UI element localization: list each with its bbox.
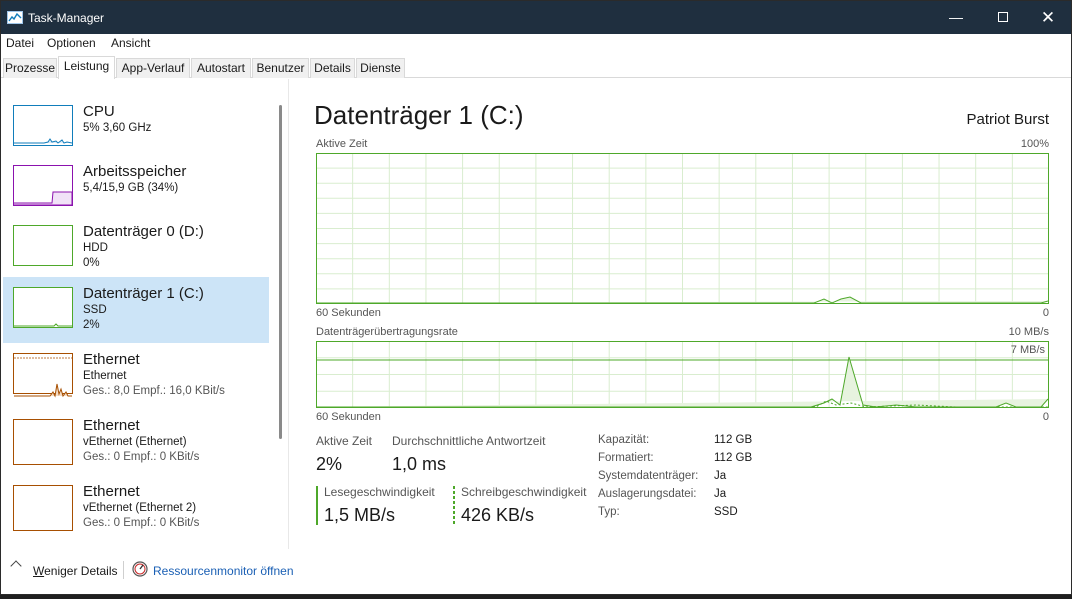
disk-1-thumbnail <box>13 287 73 328</box>
transfer-x-left: 60 Sekunden <box>316 411 381 423</box>
footer: Weniger Details Ressourcenmonitor öffnen <box>1 549 1071 594</box>
transfer-chart-label: Datenträgerübertragungsrate <box>316 326 458 338</box>
resource-usage: 2% <box>83 319 100 331</box>
resource-list: CPU 5% 3,60 GHz Arbeitsspeicher 5,4/15,9… <box>1 79 289 549</box>
resource-item-cpu[interactable]: CPU 5% 3,60 GHz <box>3 95 269 161</box>
desktop-strip <box>0 595 1072 599</box>
title-bar[interactable]: Task-Manager — ✕ <box>1 1 1071 34</box>
tab-benutzer[interactable]: Benutzer <box>252 58 309 78</box>
info-key-capacity: Kapazität: <box>598 434 650 446</box>
menu-optionen[interactable]: Optionen <box>47 36 96 50</box>
response-time-value: 1,0 ms <box>392 454 447 474</box>
info-value-system-disk: Ja <box>714 470 727 482</box>
resource-adapter: Ethernet <box>83 370 127 382</box>
active-time-chart-max: 100% <box>1020 138 1049 150</box>
fewer-details-mnemonic: W <box>33 564 45 578</box>
cpu-thumbnail <box>13 105 73 146</box>
close-icon[interactable]: ✕ <box>1025 1 1071 34</box>
resource-item-ethernet-1[interactable]: Ethernet Ethernet Ges.: 8,0 Empf.: 16,0 … <box>3 343 269 409</box>
read-speed-indicator <box>316 486 318 525</box>
ethernet-2-thumbnail <box>13 419 73 465</box>
page-title: Datenträger 1 (C:) <box>314 100 524 130</box>
info-key-page-file: Auslagerungsdatei: <box>598 488 697 500</box>
transfer-rate-chart-svg <box>316 341 1049 408</box>
info-key-type: Typ: <box>598 506 620 518</box>
resource-name: Ethernet <box>83 417 140 434</box>
write-speed-indicator <box>453 486 455 525</box>
info-value-page-file: Ja <box>714 488 727 500</box>
resource-item-disk-0[interactable]: Datenträger 0 (D:) HDD 0% <box>3 215 269 281</box>
active-time-x-right: 0 <box>1042 307 1049 319</box>
menu-datei[interactable]: Datei <box>6 36 34 50</box>
resource-item-ethernet-2[interactable]: Ethernet vEthernet (Ethernet) Ges.: 0 Em… <box>3 409 269 475</box>
menu-bar: Datei Optionen Ansicht <box>1 34 1071 53</box>
tab-bar: Prozesse Leistung App-Verlauf Autostart … <box>1 53 1071 79</box>
resource-throughput: Ges.: 8,0 Empf.: 16,0 KBit/s <box>83 385 225 397</box>
fewer-details-label: eniger Details <box>44 564 118 578</box>
resource-item-ethernet-3[interactable]: Ethernet vEthernet (Ethernet 2) Ges.: 0 … <box>3 475 269 541</box>
window-title: Task-Manager <box>28 11 105 25</box>
read-speed-value: 1,5 MB/s <box>324 505 396 525</box>
task-manager-window: Task-Manager — ✕ Datei Optionen Ansicht … <box>0 0 1072 595</box>
chevron-up-icon[interactable] <box>10 560 22 572</box>
tab-autostart[interactable]: Autostart <box>191 58 251 78</box>
maximize-icon[interactable] <box>980 1 1026 34</box>
info-value-capacity: 112 GB <box>714 434 753 446</box>
transfer-chart-max: 10 MB/s <box>1008 326 1049 338</box>
memory-thumbnail <box>13 165 73 206</box>
resource-detail: 5,4/15,9 GB (34%) <box>83 182 179 194</box>
resource-detail: 5% 3,60 GHz <box>83 122 152 134</box>
resource-type: HDD <box>83 242 108 254</box>
resource-type: SSD <box>83 304 107 316</box>
resource-name: Datenträger 1 (C:) <box>83 285 204 302</box>
active-time-chart <box>316 153 1049 304</box>
resource-adapter: vEthernet (Ethernet 2) <box>83 502 197 514</box>
write-speed-value: 426 KB/s <box>461 505 535 525</box>
resource-name: Ethernet <box>83 483 140 500</box>
active-time-value: 2% <box>316 454 343 474</box>
menu-ansicht[interactable]: Ansicht <box>111 36 150 50</box>
info-key-system-disk: Systemdatenträger: <box>598 470 699 482</box>
active-time-x-left: 60 Sekunden <box>316 307 381 319</box>
transfer-x-right: 0 <box>1042 411 1049 423</box>
resource-name: Datenträger 0 (D:) <box>83 223 204 240</box>
response-time-label: Durchschnittliche Antwortzeit <box>392 434 546 448</box>
resource-throughput: Ges.: 0 Empf.: 0 KBit/s <box>83 517 200 529</box>
info-value-type: SSD <box>714 506 738 518</box>
tab-details[interactable]: Details <box>310 58 355 78</box>
write-speed-label: Schreibgeschwindigkeit <box>461 485 587 499</box>
resource-item-memory[interactable]: Arbeitsspeicher 5,4/15,9 GB (34%) <box>3 155 269 221</box>
active-time-label: Aktive Zeit <box>316 434 373 448</box>
app-chart-icon <box>7 11 23 24</box>
tab-prozesse[interactable]: Prozesse <box>3 58 57 78</box>
tab-app-verlauf[interactable]: App-Verlauf <box>116 58 190 78</box>
footer-separator <box>123 561 124 579</box>
ethernet-1-thumbnail <box>13 353 73 398</box>
info-value-formatted: 112 GB <box>714 452 753 464</box>
resource-list-scrollbar[interactable] <box>279 105 282 439</box>
resource-item-disk-1[interactable]: Datenträger 1 (C:) SSD 2% <box>3 277 269 343</box>
resource-name: Ethernet <box>83 351 140 368</box>
resource-name: Arbeitsspeicher <box>83 163 187 180</box>
info-key-formatted: Formatiert: <box>598 452 654 464</box>
resource-throughput: Ges.: 0 Empf.: 0 KBit/s <box>83 451 200 463</box>
tab-leistung[interactable]: Leistung <box>58 56 115 79</box>
active-time-chart-svg <box>316 153 1049 304</box>
disk-model: Patriot Burst <box>966 111 1049 128</box>
resource-name: CPU <box>83 103 115 120</box>
resource-monitor-icon[interactable] <box>132 561 148 577</box>
disk-detail-panel: Datenträger 1 (C:) Patriot Burst Aktive … <box>291 79 1071 549</box>
resource-monitor-link[interactable]: Ressourcenmonitor öffnen <box>153 564 294 578</box>
minimize-icon[interactable]: — <box>933 1 979 34</box>
read-speed-label: Lesegeschwindigkeit <box>324 485 435 499</box>
active-time-chart-label: Aktive Zeit <box>316 138 368 150</box>
resource-adapter: vEthernet (Ethernet) <box>83 436 187 448</box>
fewer-details-button[interactable]: Weniger Details <box>33 564 117 578</box>
transfer-rate-chart: 7 MB/s <box>316 341 1049 408</box>
ethernet-3-thumbnail <box>13 485 73 531</box>
resource-usage: 0% <box>83 257 100 269</box>
disk-0-thumbnail <box>13 225 73 266</box>
tab-dienste[interactable]: Dienste <box>356 58 405 78</box>
transfer-chart-reference: 7 MB/s <box>1010 344 1045 356</box>
